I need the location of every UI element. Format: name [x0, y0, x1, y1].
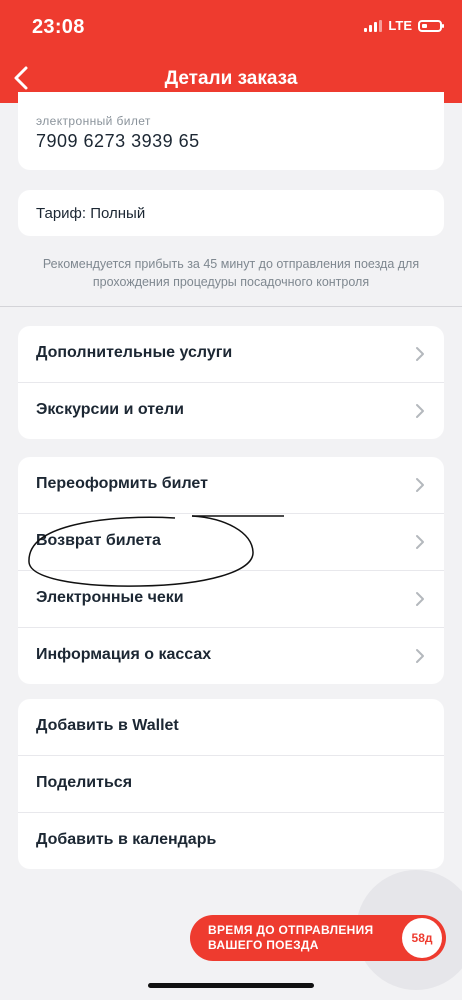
menu-item-label: Поделиться — [36, 774, 133, 791]
tariff-card: Тариф: Полный — [18, 190, 444, 236]
menu-item-label: Информация о кассах — [36, 646, 212, 663]
arrival-note: Рекомендуется прибыть за 45 минут до отп… — [42, 257, 420, 289]
menu-item-reissue-ticket[interactable]: Переоформить билет — [18, 457, 444, 514]
ticket-label: электронный билет — [36, 114, 151, 128]
menu-item-refund-ticket[interactable]: Возврат билета — [18, 514, 444, 571]
menu-item-label: Возврат билета — [36, 532, 161, 549]
menu-item-additional-services[interactable]: Дополнительные услуги — [18, 326, 444, 383]
chevron-right-icon — [416, 347, 424, 361]
chevron-right-icon — [416, 404, 424, 418]
app-header: 23:08 LTE Детали заказа — [0, 0, 462, 103]
menu-item-ticket-offices[interactable]: Информация о кассах — [18, 628, 444, 684]
menu-item-excursions-hotels[interactable]: Экскурсии и отели — [18, 383, 444, 439]
page-title: Детали заказа — [164, 68, 298, 89]
chevron-right-icon — [416, 649, 424, 663]
network-type: LTE — [388, 18, 412, 33]
departure-countdown[interactable]: ВРЕМЯ ДО ОТПРАВЛЕНИЯ ВАШЕГО ПОЕЗДА 58д — [190, 915, 446, 961]
menu-item-label: Дополнительные услуги — [36, 344, 233, 361]
chevron-right-icon — [416, 535, 424, 549]
menu-item-share[interactable]: Поделиться — [18, 756, 444, 813]
status-indicators: LTE — [364, 18, 444, 33]
ticket-number: 7909 6273 3939 65 — [36, 131, 200, 151]
tariff-text: Тариф: Полный — [36, 205, 146, 222]
services-group: Дополнительные услуги Экскурсии и отели — [18, 326, 444, 439]
countdown-label: ВРЕМЯ ДО ОТПРАВЛЕНИЯ ВАШЕГО ПОЕЗДА — [208, 923, 374, 952]
menu-item-label: Добавить в календарь — [36, 831, 217, 848]
ticket-card: электронный билет 7909 6273 3939 65 — [18, 92, 444, 170]
menu-item-add-wallet[interactable]: Добавить в Wallet — [18, 699, 444, 756]
countdown-value: 58д — [402, 918, 442, 958]
status-time: 23:08 — [32, 16, 85, 38]
menu-item-label: Экскурсии и отели — [36, 401, 184, 418]
home-indicator — [148, 983, 314, 988]
chevron-right-icon — [416, 478, 424, 492]
menu-item-electronic-receipts[interactable]: Электронные чеки — [18, 571, 444, 628]
menu-item-label: Добавить в Wallet — [36, 717, 179, 734]
ticket-actions-group: Переоформить билет Возврат билета Электр… — [18, 457, 444, 684]
menu-item-label: Электронные чеки — [36, 589, 184, 606]
share-group: Добавить в Wallet Поделиться Добавить в … — [18, 699, 444, 869]
section-divider — [0, 306, 462, 307]
menu-item-add-calendar[interactable]: Добавить в календарь — [18, 813, 444, 869]
battery-icon — [418, 19, 444, 32]
menu-item-label: Переоформить билет — [36, 475, 208, 492]
chevron-right-icon — [416, 592, 424, 606]
signal-icon — [364, 19, 383, 32]
